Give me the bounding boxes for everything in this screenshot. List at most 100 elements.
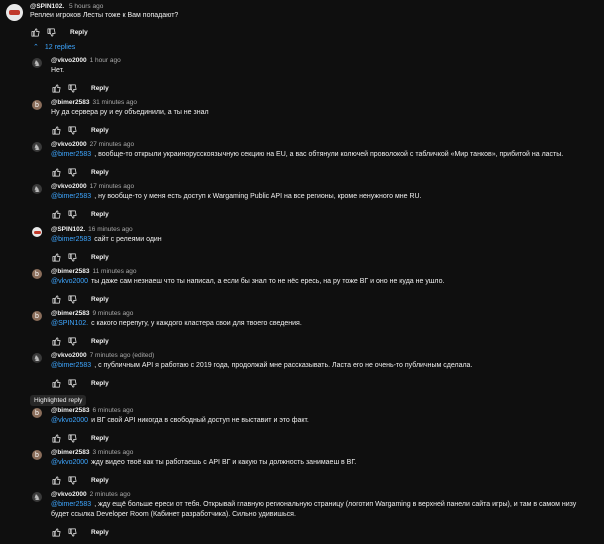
reply-timestamp[interactable]: 9 minutes ago xyxy=(93,310,134,317)
reply-button[interactable]: Reply xyxy=(70,29,88,36)
reply-timestamp[interactable]: 27 minutes ago xyxy=(90,141,134,148)
like-icon[interactable] xyxy=(30,27,40,37)
reply-avatar[interactable] xyxy=(32,58,42,68)
reply-author[interactable]: @bimer2583 xyxy=(51,407,90,414)
reply-button[interactable]: Reply xyxy=(91,338,109,345)
reply-avatar[interactable]: b xyxy=(32,100,42,110)
reply-body: ты даже сам незнаеш что ты написал, а ес… xyxy=(91,278,445,285)
reply-timestamp[interactable]: 3 minutes ago xyxy=(93,449,134,456)
replies-toggle[interactable]: ⌃ 12 replies xyxy=(33,43,76,52)
mention-link[interactable]: @bimer2583 xyxy=(51,362,91,369)
comment-actions: Reply xyxy=(30,27,88,37)
reply-author[interactable]: @bimer2583 xyxy=(51,310,90,317)
dislike-icon[interactable] xyxy=(67,527,77,537)
reply-timestamp[interactable]: 1 hour ago xyxy=(90,57,121,64)
reply-author[interactable]: @vkvo2000 xyxy=(51,183,87,190)
reply-button[interactable]: Reply xyxy=(91,529,109,536)
reply-avatar[interactable] xyxy=(32,184,42,194)
dislike-icon[interactable] xyxy=(67,125,77,135)
dislike-icon[interactable] xyxy=(67,433,77,443)
reply-avatar[interactable]: b xyxy=(32,408,42,418)
reply-avatar[interactable] xyxy=(32,142,42,152)
dislike-icon[interactable] xyxy=(67,294,77,304)
reply-button[interactable]: Reply xyxy=(91,380,109,387)
avatar[interactable] xyxy=(6,4,23,21)
dislike-icon[interactable] xyxy=(67,83,77,93)
reply-body: , жду ещё больше ереси от тебя. Открывай… xyxy=(51,501,577,518)
like-icon[interactable] xyxy=(51,252,61,262)
mention-link[interactable]: @vkvo2000 xyxy=(51,459,88,466)
reply-button[interactable]: Reply xyxy=(91,477,109,484)
reply-author[interactable]: @bimer2583 xyxy=(51,268,90,275)
like-icon[interactable] xyxy=(51,125,61,135)
comment-text: Реплеи игроков Лесты тоже к Вам попадают… xyxy=(30,12,179,19)
reply-button[interactable]: Reply xyxy=(91,169,109,176)
like-icon[interactable] xyxy=(51,433,61,443)
reply-author[interactable]: @vkvo2000 xyxy=(51,57,87,64)
reply-author[interactable]: @vkvo2000 xyxy=(51,491,87,498)
mention-link[interactable]: @bimer2583 xyxy=(51,193,91,200)
reply-text: @bimer2583 сайт с релеями один xyxy=(51,235,596,245)
reply-author[interactable]: @vkvo2000 xyxy=(51,352,87,359)
like-icon[interactable] xyxy=(51,167,61,177)
replies-count: 12 replies xyxy=(44,43,76,51)
reply-author[interactable]: @SPIN102. xyxy=(51,226,85,233)
reply-header: @vkvo2000 27 minutes ago xyxy=(51,141,134,148)
dislike-icon[interactable] xyxy=(67,252,77,262)
like-icon[interactable] xyxy=(51,294,61,304)
reply-avatar[interactable]: b xyxy=(32,450,42,460)
reply-header: @vkvo2000 1 hour ago xyxy=(51,57,121,64)
reply-actions: Reply xyxy=(51,83,109,93)
reply-body: с какого перепугу, у каждого кластера св… xyxy=(91,320,302,327)
mention-link[interactable]: @bimer2583 xyxy=(51,236,91,243)
reply-avatar[interactable] xyxy=(32,227,42,237)
mention-link[interactable]: @bimer2583 xyxy=(51,151,91,158)
reply-header: @vkvo2000 7 minutes ago (edited) xyxy=(51,352,154,359)
reply-timestamp[interactable]: 31 minutes ago xyxy=(93,99,137,106)
reply-avatar[interactable]: b xyxy=(32,269,42,279)
dislike-icon[interactable] xyxy=(67,209,77,219)
mention-link[interactable]: @vkvo2000 xyxy=(51,417,88,424)
like-icon[interactable] xyxy=(51,475,61,485)
reply-avatar[interactable]: b xyxy=(32,311,42,321)
reply-text: @bimer2583, ну вообще-то у меня есть дос… xyxy=(51,192,596,202)
reply-body: сайт с релеями один xyxy=(94,236,162,243)
reply-avatar[interactable] xyxy=(32,353,42,363)
reply-author[interactable]: @vkvo2000 xyxy=(51,141,87,148)
reply-button[interactable]: Reply xyxy=(91,254,109,261)
reply-button[interactable]: Reply xyxy=(91,85,109,92)
like-icon[interactable] xyxy=(51,527,61,537)
reply-timestamp[interactable]: 17 minutes ago xyxy=(90,183,134,190)
reply-body: Ну да сервера ру и еу объединили, а ты н… xyxy=(51,109,209,116)
reply-actions: Reply xyxy=(51,378,109,388)
reply-button[interactable]: Reply xyxy=(91,296,109,303)
reply-actions: Reply xyxy=(51,433,109,443)
dislike-icon[interactable] xyxy=(67,167,77,177)
reply-header: @bimer2583 31 minutes ago xyxy=(51,99,137,106)
reply-timestamp[interactable]: 16 minutes ago xyxy=(88,226,132,233)
dislike-icon[interactable] xyxy=(67,378,77,388)
mention-link[interactable]: @bimer2583 xyxy=(51,501,91,508)
mention-link[interactable]: @SPIN102. xyxy=(51,320,88,327)
dislike-icon[interactable] xyxy=(67,475,77,485)
reply-timestamp[interactable]: 7 minutes ago (edited) xyxy=(90,352,155,359)
dislike-icon[interactable] xyxy=(67,336,77,346)
reply-timestamp[interactable]: 2 minutes ago xyxy=(90,491,131,498)
reply-button[interactable]: Reply xyxy=(91,211,109,218)
like-icon[interactable] xyxy=(51,378,61,388)
reply-avatar[interactable] xyxy=(32,492,42,502)
dislike-icon[interactable] xyxy=(46,27,56,37)
reply-button[interactable]: Reply xyxy=(91,127,109,134)
like-icon[interactable] xyxy=(51,336,61,346)
author-name[interactable]: @SPIN102. xyxy=(30,3,64,10)
mention-link[interactable]: @vkvo2000 xyxy=(51,278,88,285)
like-icon[interactable] xyxy=(51,83,61,93)
like-icon[interactable] xyxy=(51,209,61,219)
reply-author[interactable]: @bimer2583 xyxy=(51,99,90,106)
timestamp[interactable]: 5 hours ago xyxy=(69,3,103,10)
reply-timestamp[interactable]: 6 minutes ago xyxy=(93,407,134,414)
reply-body: , ну вообще-то у меня есть доступ к Warg… xyxy=(94,193,422,200)
reply-button[interactable]: Reply xyxy=(91,435,109,442)
reply-author[interactable]: @bimer2583 xyxy=(51,449,90,456)
reply-timestamp[interactable]: 11 minutes ago xyxy=(93,268,137,275)
